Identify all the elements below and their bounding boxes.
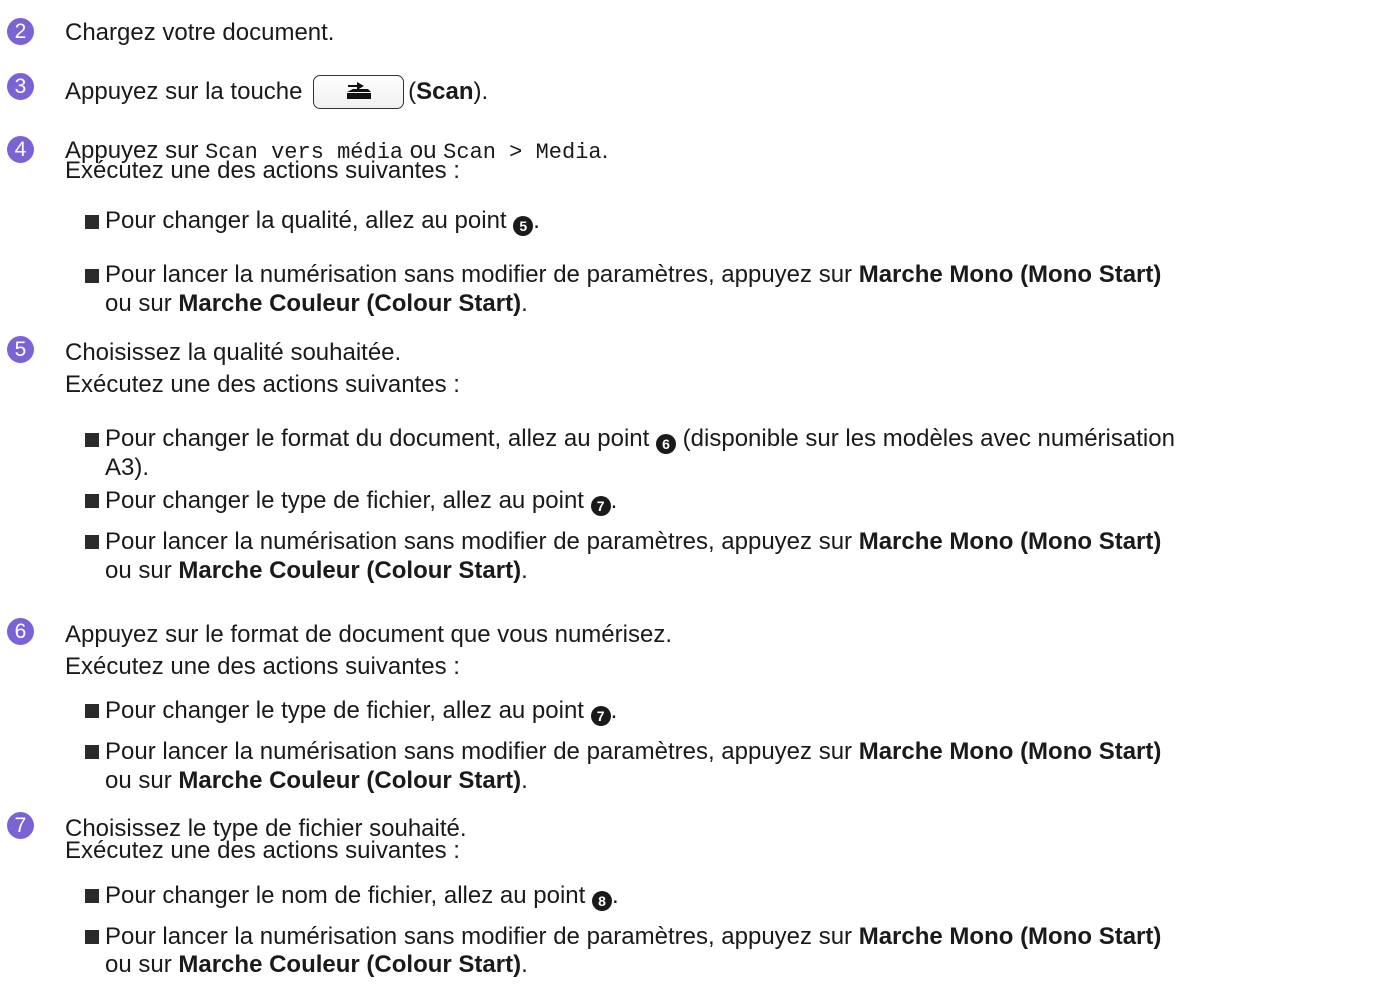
bullet-text-cont: ou sur Marche Couleur (Colour Start). — [105, 289, 528, 318]
bullet-label: Pour changer le nom de fichier, allez au… — [105, 882, 586, 909]
mono-start-key: Marche Mono (Mono Start) — [858, 923, 1162, 950]
colour-start-key: Marche Couleur (Colour Start) — [178, 951, 522, 978]
step-number-badge: 3 — [7, 73, 34, 100]
step-number-badge: 5 — [7, 336, 34, 363]
step-text-line2: Exécutez une des actions suivantes : — [65, 837, 460, 864]
scan-key-label: Scan — [416, 78, 474, 105]
bullet-text-cont: A3). — [105, 454, 150, 481]
bullet-text: Pour changer le type de fichier, allez a… — [105, 486, 617, 516]
step-text: Choisissez la qualité souhaitée. — [65, 339, 402, 366]
bullet-icon — [85, 930, 99, 944]
colour-start-key: Marche Couleur (Colour Start) — [178, 290, 522, 317]
step-ref-badge: 5 — [513, 216, 534, 236]
bullet-icon — [85, 889, 99, 903]
step-text-post: . — [601, 137, 609, 164]
bullet-icon — [85, 269, 99, 283]
step-ref-badge: 7 — [590, 706, 611, 726]
bullet-label: Pour lancer la numérisation sans modifie… — [105, 261, 853, 288]
bullet-text-cont: ou sur Marche Couleur (Colour Start). — [105, 766, 528, 795]
mono-start-key: Marche Mono (Mono Start) — [858, 528, 1162, 555]
scan-icon — [347, 82, 372, 99]
bullet-cont: ou sur — [105, 557, 172, 584]
step-number-badge: 2 — [7, 18, 34, 45]
step-ref-badge: 6 — [656, 434, 676, 454]
step-text-line2: Exécutez une des actions suivantes : — [65, 157, 460, 184]
mono-start-key: Marche Mono (Mono Start) — [858, 261, 1162, 288]
bullet-text: Pour lancer la numérisation sans modifie… — [105, 260, 1161, 289]
bullet-end: . — [533, 207, 540, 234]
bullet-icon — [85, 535, 99, 549]
bullet-text: Pour changer le nom de fichier, allez au… — [105, 881, 619, 911]
step-text: Appuyez sur le format de document que vo… — [65, 621, 672, 648]
bullet-label: Pour lancer la numérisation sans modifie… — [105, 528, 853, 555]
menu-option-scan-media: Scan > Media — [443, 140, 602, 165]
step-ref-badge: 8 — [591, 891, 612, 911]
bullet-end: . — [521, 557, 528, 584]
bullet-label: Pour lancer la numérisation sans modifie… — [105, 923, 853, 950]
bullet-text: Pour changer la qualité, allez au point … — [105, 206, 540, 236]
bullet-icon — [85, 745, 99, 759]
bullet-end: . — [521, 290, 528, 317]
bullet-label: Pour changer le type de fichier, allez a… — [105, 487, 584, 514]
paren-close: ). — [473, 78, 489, 105]
step-text: Appuyez sur la touche (Scan). — [65, 75, 488, 109]
bullet-text: Pour changer le type de fichier, allez a… — [105, 696, 617, 726]
step-text-line2: Exécutez une des actions suivantes : — [65, 371, 460, 398]
paren-open: ( — [408, 78, 417, 105]
bullet-icon — [85, 215, 99, 229]
bullet-after: (disponible sur les modèles avec numéris… — [682, 425, 1175, 452]
bullet-end: . — [521, 951, 528, 978]
step-text-line2: Exécutez une des actions suivantes : — [65, 653, 460, 680]
bullet-icon — [85, 494, 99, 508]
bullet-end: . — [610, 487, 618, 514]
bullet-icon — [85, 433, 99, 447]
bullet-label: Pour lancer la numérisation sans modifie… — [105, 738, 853, 765]
bullet-text: Pour lancer la numérisation sans modifie… — [105, 527, 1161, 556]
step-ref-badge: 7 — [590, 496, 611, 516]
bullet-end: . — [521, 767, 528, 794]
bullet-end: . — [610, 697, 618, 724]
bullet-icon — [85, 704, 99, 718]
scan-key-button — [313, 75, 405, 109]
step-number-badge: 4 — [7, 136, 34, 163]
bullet-text: Pour changer le format du document, alle… — [105, 424, 1175, 454]
bullet-label: Pour changer le format du document, alle… — [105, 425, 650, 452]
bullet-cont: ou sur — [105, 290, 172, 317]
colour-start-key: Marche Couleur (Colour Start) — [178, 767, 522, 794]
bullet-end: . — [611, 882, 619, 909]
bullet-label: Pour changer la qualité, allez au point — [105, 207, 507, 234]
colour-start-key: Marche Couleur (Colour Start) — [178, 557, 522, 584]
step-text: Chargez votre document. — [65, 19, 335, 46]
bullet-text-cont: ou sur Marche Couleur (Colour Start). — [105, 950, 528, 979]
bullet-cont: ou sur — [105, 951, 172, 978]
bullet-text-cont: ou sur Marche Couleur (Colour Start). — [105, 556, 528, 585]
step-text-pre: Appuyez sur la touche — [65, 78, 303, 105]
mono-start-key: Marche Mono (Mono Start) — [858, 738, 1162, 765]
step-number-badge: 6 — [7, 618, 34, 645]
bullet-cont: ou sur — [105, 767, 172, 794]
step-number-badge: 7 — [7, 812, 34, 839]
bullet-text: Pour lancer la numérisation sans modifie… — [105, 922, 1161, 951]
bullet-text: Pour lancer la numérisation sans modifie… — [105, 737, 1161, 766]
bullet-label: Pour changer le type de fichier, allez a… — [105, 697, 584, 724]
